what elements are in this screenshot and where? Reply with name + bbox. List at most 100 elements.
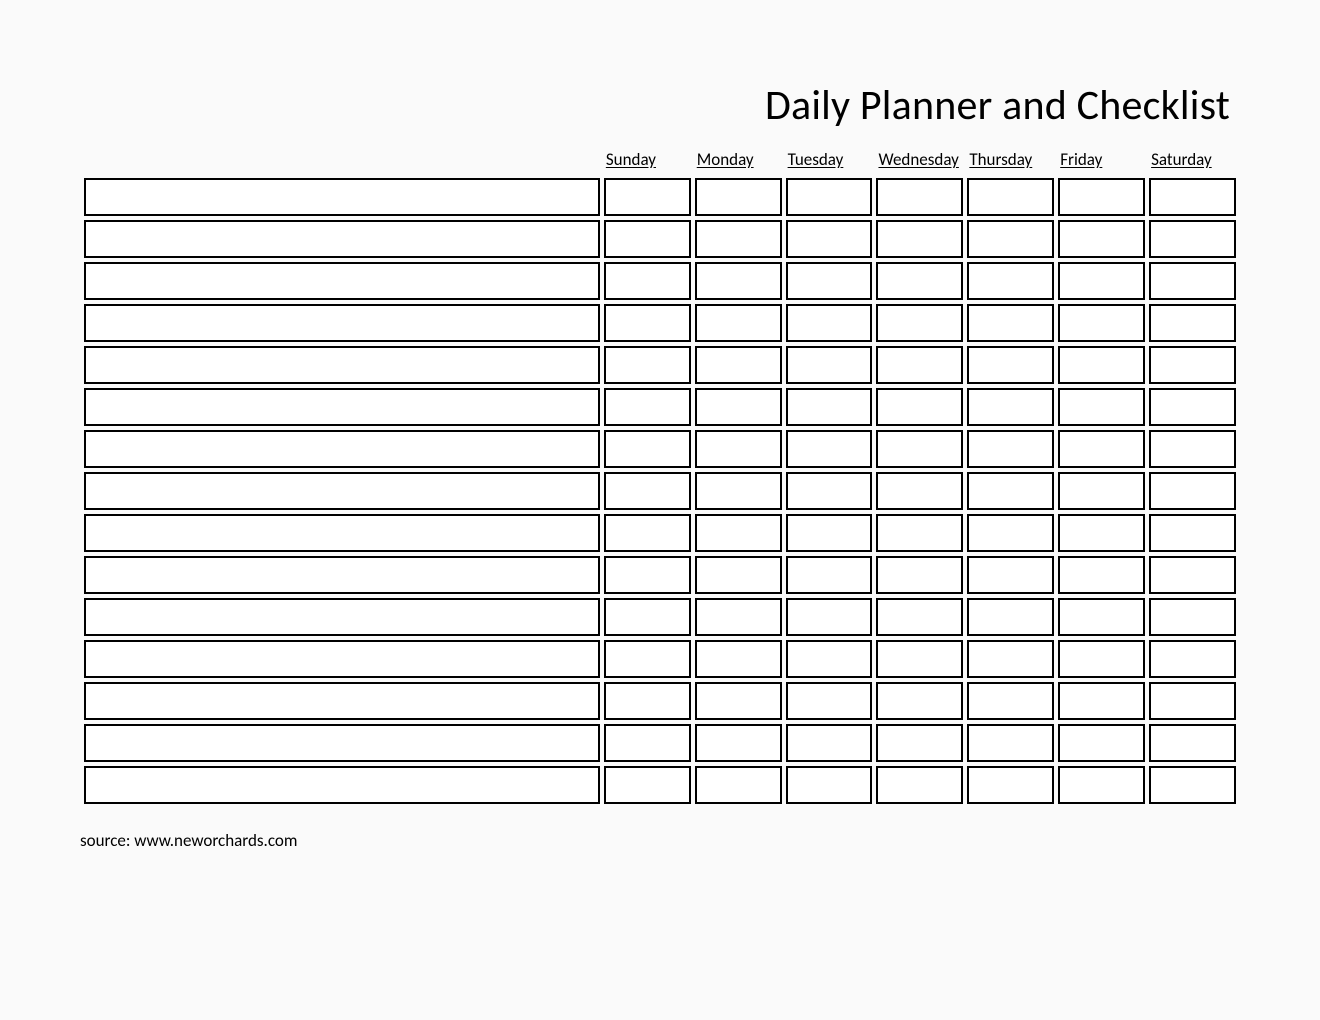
day-cell[interactable] — [967, 556, 1054, 594]
day-cell[interactable] — [1149, 766, 1236, 804]
day-cell[interactable] — [695, 724, 782, 762]
day-cell[interactable] — [1149, 178, 1236, 216]
day-cell[interactable] — [876, 388, 963, 426]
task-cell[interactable] — [84, 262, 600, 300]
day-cell[interactable] — [604, 388, 691, 426]
day-cell[interactable] — [786, 724, 873, 762]
day-cell[interactable] — [786, 514, 873, 552]
day-cell[interactable] — [876, 724, 963, 762]
day-cell[interactable] — [1058, 304, 1145, 342]
day-cell[interactable] — [876, 766, 963, 804]
day-cell[interactable] — [604, 514, 691, 552]
day-cell[interactable] — [1058, 430, 1145, 468]
day-cell[interactable] — [604, 346, 691, 384]
day-cell[interactable] — [876, 304, 963, 342]
day-cell[interactable] — [695, 262, 782, 300]
day-cell[interactable] — [695, 388, 782, 426]
task-cell[interactable] — [84, 724, 600, 762]
day-cell[interactable] — [604, 178, 691, 216]
day-cell[interactable] — [695, 304, 782, 342]
task-cell[interactable] — [84, 514, 600, 552]
day-cell[interactable] — [1058, 724, 1145, 762]
task-cell[interactable] — [84, 388, 600, 426]
day-cell[interactable] — [695, 682, 782, 720]
task-cell[interactable] — [84, 472, 600, 510]
day-cell[interactable] — [604, 724, 691, 762]
day-cell[interactable] — [695, 220, 782, 258]
task-cell[interactable] — [84, 220, 600, 258]
day-cell[interactable] — [786, 346, 873, 384]
day-cell[interactable] — [1058, 472, 1145, 510]
day-cell[interactable] — [1149, 430, 1236, 468]
day-cell[interactable] — [695, 178, 782, 216]
day-cell[interactable] — [967, 346, 1054, 384]
day-cell[interactable] — [604, 556, 691, 594]
day-cell[interactable] — [695, 472, 782, 510]
day-cell[interactable] — [967, 430, 1054, 468]
day-cell[interactable] — [876, 640, 963, 678]
day-cell[interactable] — [604, 598, 691, 636]
day-cell[interactable] — [876, 556, 963, 594]
day-cell[interactable] — [1058, 598, 1145, 636]
day-cell[interactable] — [1149, 682, 1236, 720]
day-cell[interactable] — [786, 220, 873, 258]
day-cell[interactable] — [786, 598, 873, 636]
day-cell[interactable] — [1149, 640, 1236, 678]
day-cell[interactable] — [967, 598, 1054, 636]
day-cell[interactable] — [786, 388, 873, 426]
day-cell[interactable] — [1058, 514, 1145, 552]
day-cell[interactable] — [1058, 178, 1145, 216]
day-cell[interactable] — [1058, 262, 1145, 300]
day-cell[interactable] — [967, 220, 1054, 258]
day-cell[interactable] — [604, 640, 691, 678]
day-cell[interactable] — [786, 766, 873, 804]
day-cell[interactable] — [695, 766, 782, 804]
day-cell[interactable] — [695, 514, 782, 552]
task-cell[interactable] — [84, 682, 600, 720]
day-cell[interactable] — [604, 304, 691, 342]
day-cell[interactable] — [967, 640, 1054, 678]
day-cell[interactable] — [786, 640, 873, 678]
day-cell[interactable] — [876, 178, 963, 216]
task-cell[interactable] — [84, 304, 600, 342]
day-cell[interactable] — [786, 556, 873, 594]
day-cell[interactable] — [967, 262, 1054, 300]
task-cell[interactable] — [84, 430, 600, 468]
day-cell[interactable] — [876, 514, 963, 552]
day-cell[interactable] — [876, 598, 963, 636]
day-cell[interactable] — [604, 262, 691, 300]
day-cell[interactable] — [1149, 472, 1236, 510]
day-cell[interactable] — [786, 178, 873, 216]
day-cell[interactable] — [786, 430, 873, 468]
day-cell[interactable] — [1149, 220, 1236, 258]
day-cell[interactable] — [876, 472, 963, 510]
day-cell[interactable] — [876, 220, 963, 258]
day-cell[interactable] — [1149, 514, 1236, 552]
day-cell[interactable] — [967, 766, 1054, 804]
day-cell[interactable] — [1058, 346, 1145, 384]
day-cell[interactable] — [604, 430, 691, 468]
day-cell[interactable] — [967, 472, 1054, 510]
day-cell[interactable] — [967, 514, 1054, 552]
day-cell[interactable] — [1149, 304, 1236, 342]
day-cell[interactable] — [695, 430, 782, 468]
day-cell[interactable] — [1058, 682, 1145, 720]
day-cell[interactable] — [695, 640, 782, 678]
day-cell[interactable] — [1058, 556, 1145, 594]
day-cell[interactable] — [967, 304, 1054, 342]
task-cell[interactable] — [84, 346, 600, 384]
task-cell[interactable] — [84, 178, 600, 216]
day-cell[interactable] — [604, 220, 691, 258]
day-cell[interactable] — [876, 682, 963, 720]
task-cell[interactable] — [84, 640, 600, 678]
day-cell[interactable] — [604, 472, 691, 510]
day-cell[interactable] — [967, 682, 1054, 720]
day-cell[interactable] — [967, 388, 1054, 426]
day-cell[interactable] — [604, 682, 691, 720]
day-cell[interactable] — [695, 556, 782, 594]
day-cell[interactable] — [876, 430, 963, 468]
day-cell[interactable] — [695, 598, 782, 636]
day-cell[interactable] — [876, 262, 963, 300]
task-cell[interactable] — [84, 556, 600, 594]
task-cell[interactable] — [84, 766, 600, 804]
